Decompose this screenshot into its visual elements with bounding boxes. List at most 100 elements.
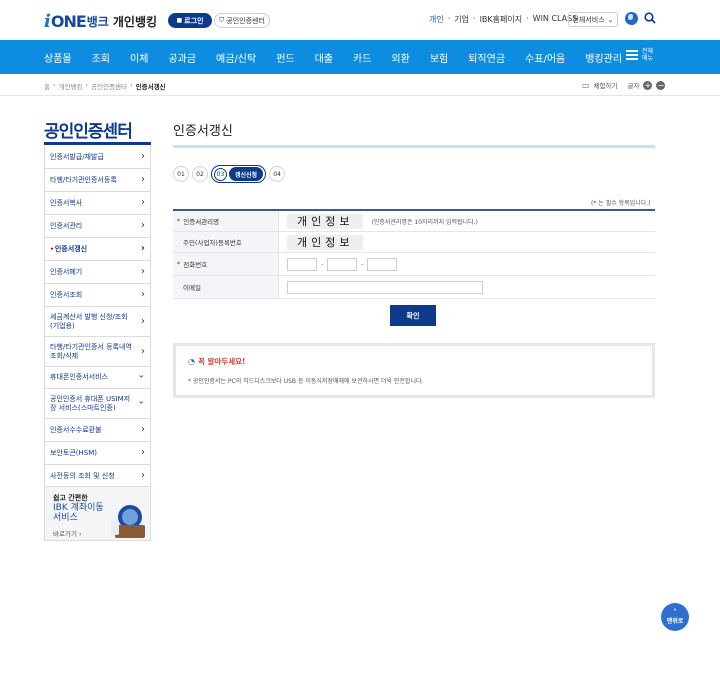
sidebar-title: 공인인증센터: [44, 122, 133, 142]
phone-part1-input[interactable]: [287, 257, 317, 271]
sidebar-item-mobile-cert[interactable]: 휴대폰인증서서비스: [44, 367, 151, 389]
cert-name-hint: (인증서관리명은 10자리까지 입력됩니다.): [371, 218, 478, 226]
cert-center-button[interactable]: ⛉ 공인인증센터: [214, 13, 270, 28]
logo-bank: 뱅크: [86, 14, 109, 29]
sidebar-item-tax-invoice[interactable]: 세금계산서 발행 신청/조회(기업용): [44, 307, 151, 337]
step-4: 04: [269, 166, 286, 182]
breadcrumb-sep: ›: [130, 81, 133, 89]
step-3-number: 03: [214, 167, 227, 181]
breadcrumb-home[interactable]: 홈: [44, 81, 50, 91]
banner-link[interactable]: 바로가기 ›: [53, 528, 82, 538]
scroll-top-button[interactable]: ˄ 맨위로: [661, 603, 689, 631]
nav-item-utility[interactable]: 공과금: [168, 50, 196, 65]
id-number-label: 주민(사업자)등록번호: [173, 232, 279, 252]
link-personal[interactable]: 개인: [429, 14, 444, 25]
shield-icon: ⛉: [219, 16, 225, 24]
all-menu-label: 전체메뉴: [642, 48, 654, 62]
arrow-up-icon: ˄: [673, 608, 677, 617]
step-1: 01: [173, 166, 189, 182]
font-label: 글자: [627, 82, 640, 90]
sidebar-item-other-history[interactable]: 타행/타기관인증서 등록내역 조회/삭제: [44, 337, 151, 367]
login-label: 로그인: [184, 16, 204, 25]
link-ibk-home[interactable]: IBK홈페이지: [480, 14, 523, 25]
required-note-text: 는 필수 항목입니다.: [598, 200, 649, 207]
step-indicator: 01 02 03 갱신신청 04: [173, 165, 286, 183]
title-underline: [173, 145, 655, 148]
globe-icon[interactable]: [625, 12, 638, 25]
sidebar-item-other-register[interactable]: 타행/타기관인증서등록: [44, 169, 151, 192]
step-3-current: 03 갱신신청: [211, 165, 267, 183]
nav-item-inquiry[interactable]: 조회: [92, 50, 110, 65]
sidebar-item-issue[interactable]: 인증서발급/재발급: [44, 146, 151, 169]
font-decrease-icon[interactable]: −: [656, 80, 666, 90]
link-corporate[interactable]: 기업: [454, 14, 469, 25]
breadcrumb-current: 인증서갱신: [135, 83, 166, 91]
email-input[interactable]: [287, 280, 483, 294]
sidebar-item-fee-refund[interactable]: 인증서수수료환불: [44, 419, 151, 442]
sidebar-item-inquiry[interactable]: 인증서조회: [44, 284, 151, 307]
email-label: 이메일: [173, 276, 279, 298]
nav-item-deposit[interactable]: 예금/신탁: [216, 50, 256, 65]
all-services-select[interactable]: 전체서비스 ⌄: [568, 12, 618, 27]
nav-item-shop[interactable]: 상품몰: [44, 50, 72, 65]
page: i ONE 뱅크 개인뱅킹 ■ 로그인 ⛉ 공인인증센터 개인 · 기업 · I…: [0, 0, 720, 676]
banner-line1: 쉽고 간편한: [53, 494, 88, 502]
breadcrumb-personal[interactable]: 개인뱅킹: [59, 81, 83, 91]
sidebar-item-renew[interactable]: 인증서갱신: [44, 238, 151, 261]
page-title: 인증서갱신: [173, 124, 233, 139]
sidebar-item-revoke[interactable]: 인증서폐기: [44, 261, 151, 284]
ione-bank-logo[interactable]: i ONE 뱅크 개인뱅킹: [44, 10, 157, 32]
cert-name-label: * 인증서관리명: [173, 211, 279, 231]
required-star: *: [593, 200, 597, 207]
nav-item-transfer[interactable]: 이체: [130, 50, 148, 65]
logo-personal-banking: 개인뱅킹: [112, 14, 158, 29]
scroll-top-label: 맨위로: [666, 618, 684, 625]
sidebar-menu: 인증서발급/재발급 타행/타기관인증서등록 인증서복사 인증서관리 인증서갱신 …: [44, 146, 151, 488]
phone-part2-input[interactable]: [327, 257, 358, 271]
nav-item-banking-mgmt[interactable]: 뱅킹관리: [585, 50, 622, 65]
sidebar-item-manage[interactable]: 인증서관리: [44, 215, 151, 238]
sidebar-item-copy[interactable]: 인증서복사: [44, 192, 151, 215]
banner-line2: IBK 계좌이동 서비스: [53, 503, 104, 523]
nav-item-fund[interactable]: 펀드: [276, 50, 294, 65]
breadcrumb-sep: ›: [52, 81, 56, 89]
notice-text: * 공인인증서는 PC의 하드디스크보다 USB 등 이동식저장매체에 보관하시…: [188, 378, 424, 385]
top-links: 개인 · 기업 · IBK홈페이지 · WIN CLASS: [429, 14, 577, 25]
font-increase-icon[interactable]: +: [643, 80, 653, 90]
step-3-label: 갱신신청: [229, 167, 264, 181]
sidebar-item-hsm[interactable]: 보안토큰(HSM): [44, 442, 151, 465]
confirm-button[interactable]: 확인: [390, 305, 436, 326]
breadcrumb: 홈 › 개인뱅킹 › 공인인증센터 › 인증서갱신: [44, 81, 166, 91]
nav-item-pension[interactable]: 퇴직연금: [468, 50, 505, 65]
breadcrumb-bar: 홈 › 개인뱅킹 › 공인인증센터 › 인증서갱신 ▭ 체험하기 글자 + −: [0, 74, 720, 96]
sidebar-item-usim[interactable]: 공인인증서 휴대폰 USIM저장 서비스(스마트인증): [44, 389, 151, 419]
phone-sep: -: [321, 260, 324, 268]
nav-item-check[interactable]: 수표/어음: [525, 50, 565, 65]
hamburger-icon: [626, 50, 638, 60]
phone-part3-input[interactable]: [367, 257, 398, 271]
all-menu-button[interactable]: 전체메뉴: [626, 48, 656, 62]
phone-sep: -: [361, 260, 364, 268]
step-2: 02: [192, 166, 208, 182]
account-switch-banner[interactable]: 쉽고 간편한 IBK 계좌이동 서비스 바로가기 ›: [44, 486, 151, 541]
lock-icon: ■: [176, 17, 183, 24]
experience-link[interactable]: 체험하기: [594, 80, 618, 90]
id-number-value: 개인정보: [287, 234, 364, 250]
logo-one: ONE: [50, 11, 87, 31]
nav-item-loan[interactable]: 대출: [315, 50, 333, 65]
form-row-phone: * 전화번호 - -: [173, 253, 655, 276]
breadcrumb-cert-center[interactable]: 공인인증센터: [91, 81, 127, 91]
breadcrumb-sep: ›: [85, 81, 89, 89]
search-icon[interactable]: [644, 12, 656, 24]
login-button[interactable]: ■ 로그인: [168, 13, 212, 28]
nav-item-card[interactable]: 카드: [353, 50, 371, 65]
banner-illustration-icon: [111, 505, 145, 538]
required-note: (* 는 필수 항목입니다.): [591, 200, 651, 207]
all-services-label: 전체서비스: [572, 15, 605, 24]
form-row-id-number: 주민(사업자)등록번호 개인정보: [173, 232, 655, 253]
nav-item-forex[interactable]: 외환: [391, 50, 409, 65]
sidebar-item-consent[interactable]: 사전등의 조회 및 신청: [44, 465, 151, 488]
nav-item-insurance[interactable]: 보험: [430, 50, 448, 65]
link-sep: ·: [526, 14, 529, 23]
cert-center-label: 공인인증센터: [226, 16, 265, 25]
